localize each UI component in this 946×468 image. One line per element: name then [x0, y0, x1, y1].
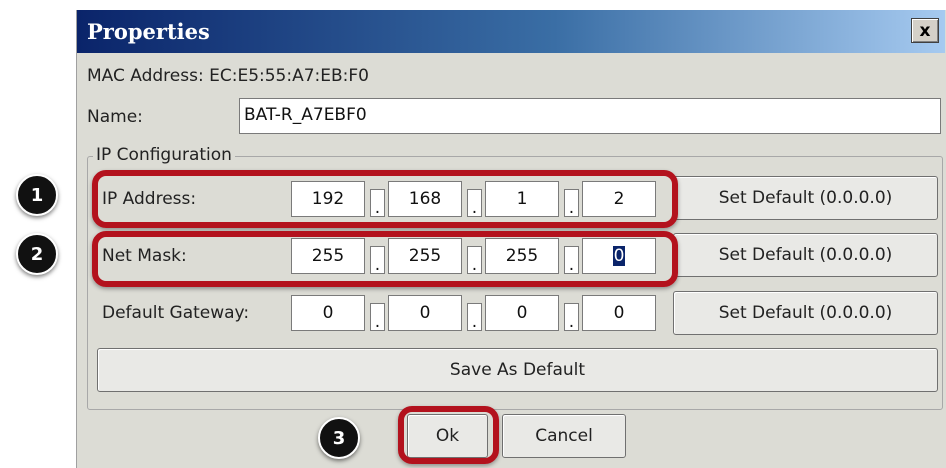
default-gateway-label: Default Gateway: — [102, 303, 250, 323]
step-1-badge: 1 — [16, 174, 58, 216]
mac-address-label: MAC Address: EC:E5:55:A7:EB:F0 — [87, 66, 369, 86]
ok-highlight — [398, 406, 499, 464]
default-gateway-octet-1[interactable]: 0 — [291, 295, 365, 331]
close-icon: x — [919, 20, 931, 41]
default-gateway-dot-3: . — [564, 303, 579, 331]
mac-address-value: EC:E5:55:A7:EB:F0 — [209, 66, 369, 86]
step-2-badge: 2 — [16, 233, 58, 275]
default-gateway-dot-2: . — [467, 303, 482, 331]
ip-configuration-legend: IP Configuration — [93, 145, 235, 165]
ip-address-highlight — [92, 170, 678, 228]
step-3-badge: 3 — [318, 417, 360, 459]
close-button[interactable]: x — [911, 18, 939, 43]
net-mask-set-default-button[interactable]: Set Default (0.0.0.0) — [673, 233, 938, 277]
default-gateway-set-default-button[interactable]: Set Default (0.0.0.0) — [673, 291, 938, 335]
dialog-title: Properties — [87, 19, 210, 44]
default-gateway-octet-2[interactable]: 0 — [388, 295, 462, 331]
ip-address-set-default-button[interactable]: Set Default (0.0.0.0) — [673, 176, 938, 220]
name-label: Name: — [87, 107, 143, 127]
cancel-button[interactable]: Cancel — [502, 414, 626, 458]
mac-label-text: MAC Address: — [87, 66, 204, 86]
title-bar[interactable]: Properties x — [77, 10, 945, 53]
default-gateway-dot-1: . — [370, 303, 385, 331]
save-as-default-button[interactable]: Save As Default — [97, 348, 938, 392]
default-gateway-octet-4[interactable]: 0 — [582, 295, 656, 331]
default-gateway-octet-3[interactable]: 0 — [485, 295, 559, 331]
name-input[interactable]: BAT-R_A7EBF0 — [239, 98, 941, 134]
net-mask-highlight — [92, 231, 678, 287]
